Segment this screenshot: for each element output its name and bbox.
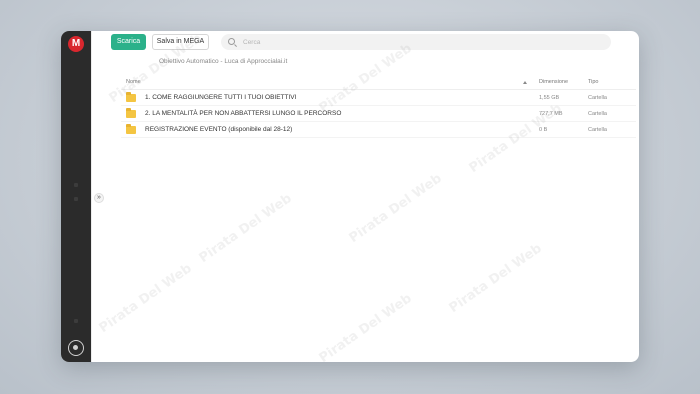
column-header-type[interactable]: Tipo [588, 79, 599, 85]
file-size: 0 B [539, 127, 548, 133]
search-bar[interactable] [221, 34, 611, 50]
breadcrumb[interactable]: Obiettivo Automatico - Luca di Approccia… [159, 58, 287, 65]
transfer-manager-icon[interactable] [68, 340, 84, 356]
watermark: Pirata Del Web [446, 241, 545, 316]
table-row[interactable]: REGISTRAZIONE EVENTO (disponibile dal 28… [121, 122, 636, 138]
table-row[interactable]: 2. LA MENTALITÀ PER NON ABBATTERSI LUNGO… [121, 106, 636, 122]
folder-icon [126, 108, 136, 118]
rail-dot [74, 319, 78, 323]
file-size: 1,55 GB [539, 95, 560, 101]
folder-icon [126, 124, 136, 134]
column-header-name[interactable]: Nome [126, 79, 141, 85]
file-table: Nome Dimensione Tipo 1. COME RAGGIUNGERE… [121, 76, 636, 138]
rail-dot [74, 183, 78, 187]
watermark: Pirata Del Web [346, 171, 445, 246]
column-header-size[interactable]: Dimensione [539, 79, 568, 85]
watermark: Pirata Del Web [196, 191, 295, 266]
save-to-mega-button[interactable]: Salva in MEGA [152, 34, 209, 50]
file-type: Cartella [588, 95, 607, 101]
table-header: Nome Dimensione Tipo [121, 76, 636, 90]
file-name: REGISTRAZIONE EVENTO (disponibile dal 28… [145, 126, 293, 133]
file-name: 2. LA MENTALITÀ PER NON ABBATTERSI LUNGO… [145, 110, 342, 117]
sort-ascending-icon[interactable] [523, 81, 527, 84]
app-window: M » Scarica Salva in MEGA Obiettivo Auto… [61, 31, 639, 362]
rail-dot [74, 197, 78, 201]
watermark: Pirata Del Web [316, 291, 415, 362]
mega-logo-icon[interactable]: M [68, 36, 84, 52]
sidebar: M [61, 31, 91, 362]
search-input[interactable] [243, 34, 603, 50]
table-row[interactable]: 1. COME RAGGIUNGERE TUTTI I TUOI OBIETTI… [121, 90, 636, 106]
file-name: 1. COME RAGGIUNGERE TUTTI I TUOI OBIETTI… [145, 94, 297, 101]
file-size: 727,7 MB [539, 111, 563, 117]
expand-panel-icon[interactable]: » [94, 193, 104, 203]
search-icon [228, 38, 235, 45]
divider [91, 31, 92, 362]
download-button[interactable]: Scarica [111, 34, 146, 50]
file-type: Cartella [588, 111, 607, 117]
folder-icon [126, 92, 136, 102]
watermark: Pirata Del Web [96, 261, 195, 336]
file-type: Cartella [588, 127, 607, 133]
